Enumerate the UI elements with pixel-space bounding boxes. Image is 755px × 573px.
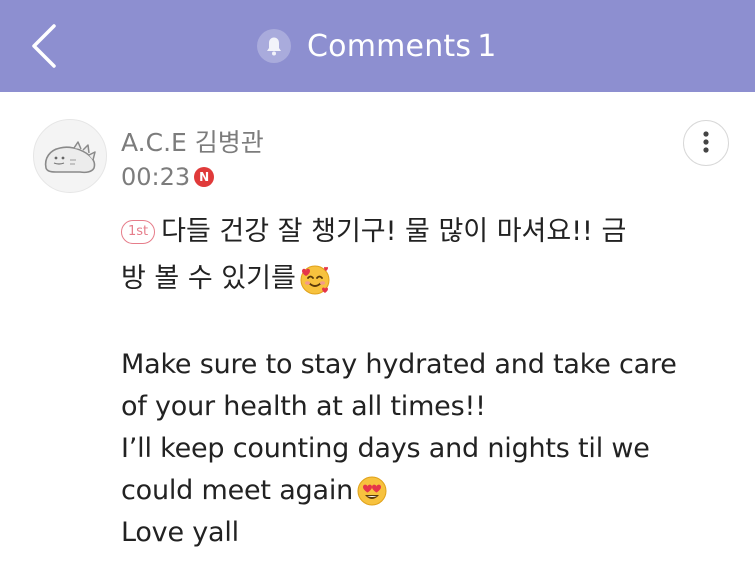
comment-line-en-2: of your health at all times!!	[121, 391, 486, 422]
more-vertical-icon	[703, 131, 709, 153]
comment-text-en-4: could meet again	[121, 475, 354, 506]
chevron-left-icon	[32, 24, 56, 68]
dinosaur-avatar-icon	[44, 141, 96, 174]
comment-time: 00:23	[121, 163, 191, 191]
comment-text-ko-2: 방 볼 수 있기를	[121, 262, 296, 294]
more-options-button[interactable]	[683, 120, 729, 166]
rank-badge: 1st	[121, 219, 156, 244]
heart-eyes-emoji	[357, 476, 387, 506]
bell-icon	[257, 29, 291, 63]
comment-line-en-4: could meet again	[121, 470, 721, 512]
comment-text-ko-1: 다들 건강 잘 챙기구! 물 많이 마셔요!! 금	[161, 215, 627, 247]
comment-line-en-3: I’ll keep counting days and nights til w…	[121, 433, 650, 464]
comment-line-ko-2: 방 볼 수 있기를	[121, 255, 721, 302]
comment-line-ko-1: 1st 다들 건강 잘 챙기구! 물 많이 마셔요!! 금	[121, 208, 721, 255]
avatar[interactable]	[33, 119, 107, 193]
top-bar: Comments 1	[0, 0, 755, 92]
back-button[interactable]	[20, 20, 68, 72]
timestamp-row: 00:23 N	[121, 162, 215, 192]
page-title: Comments	[307, 28, 472, 64]
comment-line-en-5: Love yall	[121, 517, 239, 548]
header-title: Comments 1	[255, 26, 496, 66]
comment-line-en-1: Make sure to stay hydrated and take care	[121, 349, 677, 380]
comment-count: 1	[477, 28, 497, 64]
smiling-face-with-hearts-emoji	[300, 265, 330, 294]
comment-body: 1st 다들 건강 잘 챙기구! 물 많이 마셔요!! 금 방 볼 수 있기를 …	[121, 208, 721, 554]
new-badge: N	[194, 167, 215, 187]
author-name: A.C.E 김병관	[121, 128, 264, 157]
